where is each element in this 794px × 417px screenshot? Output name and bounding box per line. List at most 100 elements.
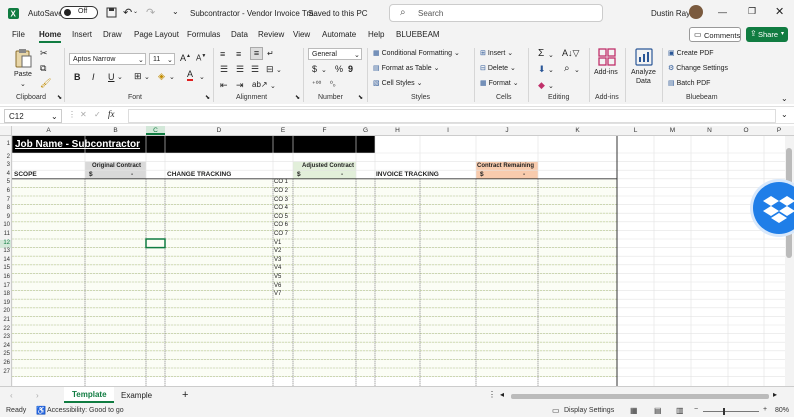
paste-icon[interactable] [14,48,32,70]
horizontal-scrollbar[interactable] [511,394,769,399]
row-header-11[interactable]: 11 [0,231,11,240]
column-header-n[interactable]: N [691,127,728,134]
row-header-10[interactable]: 10 [0,222,11,231]
column-header-k[interactable]: K [538,127,617,134]
row-header-19[interactable]: 19 [0,300,11,309]
tab-split-icon[interactable]: ⋮ [488,390,496,399]
autosum-icon[interactable]: Σ [538,48,544,59]
row-header-27[interactable]: 27 [0,369,11,378]
analyze-data-icon[interactable] [635,48,653,68]
page-break-view-icon[interactable]: ▥ [676,406,684,415]
decrease-decimal-icon[interactable]: ⁰₀ [330,80,336,88]
select-all-button[interactable] [0,126,12,136]
next-sheet-icon[interactable]: › [36,391,39,400]
collapse-ribbon-icon[interactable]: ⌄ [781,94,788,103]
row-header-4[interactable]: 4 [0,171,11,180]
wrap-text-icon[interactable]: ↵ [267,49,274,58]
font-color-dropdown-icon[interactable]: ⌄ [199,73,205,81]
row-header-23[interactable]: 23 [0,334,11,343]
currency-icon[interactable]: $ [312,64,317,74]
orientation-icon[interactable]: ab↗ [252,80,268,89]
scroll-right-icon[interactable]: ▸ [773,390,777,399]
row-header-25[interactable]: 25 [0,351,11,360]
row-header-18[interactable]: 18 [0,291,11,300]
fill-icon[interactable]: ⬇ [538,64,546,75]
format-painter-icon[interactable]: 🖌 [40,78,51,89]
search-box[interactable]: ⌕ Search [389,4,603,22]
percent-icon[interactable]: % [335,64,343,74]
align-middle-icon[interactable]: ≡ [236,49,241,59]
normal-view-icon[interactable]: ▦ [630,406,638,415]
row-header-17[interactable]: 17 [0,283,11,292]
tab-bluebeam[interactable]: BLUEBEAM [396,30,440,39]
row-header-16[interactable]: 16 [0,274,11,283]
row-header-26[interactable]: 26 [0,360,11,369]
column-header-l[interactable]: L [617,127,654,134]
alignment-launcher-icon[interactable]: ⬊ [295,94,300,101]
scroll-left-icon[interactable]: ◂ [500,390,504,399]
accessibility-icon[interactable]: ♿ [36,406,46,415]
sort-filter-icon[interactable]: A↓▽ [562,48,579,59]
delete-cells-button[interactable]: ⊟ Delete ⌄ [480,64,516,72]
increase-font-icon[interactable]: A▲ [180,53,191,63]
clipboard-launcher-icon[interactable]: ⬊ [57,94,62,101]
share-button[interactable]: ⇪ Share ▾ [746,27,788,42]
font-launcher-icon[interactable]: ⬊ [205,94,210,101]
borders-dropdown-icon[interactable]: ⌄ [144,73,150,81]
tab-automate[interactable]: Automate [322,30,356,39]
change-settings-button[interactable]: ⚙ Change Settings [668,64,728,72]
format-cells-button[interactable]: ▦ Format ⌄ [480,79,519,87]
analyze-label[interactable]: Analyze [631,69,656,76]
row-header-24[interactable]: 24 [0,343,11,352]
batch-pdf-button[interactable]: ▤ Batch PDF [668,79,710,87]
fill-color-icon[interactable]: ◈ [158,71,165,82]
minimize-icon[interactable]: — [718,7,727,17]
row-header-13[interactable]: 13 [0,248,11,257]
insert-cells-button[interactable]: ⊞ Insert ⌄ [480,49,513,57]
align-right-icon[interactable]: ☰ [251,64,259,75]
row-header-9[interactable]: 9 [0,214,11,223]
conditional-formatting-button[interactable]: ▦ Conditional Formatting ⌄ [373,49,460,57]
currency-dropdown-icon[interactable]: ⌄ [321,66,327,74]
borders-icon[interactable]: ⊞ [134,71,142,82]
function-icon[interactable]: fx [108,109,115,119]
tab-insert[interactable]: Insert [72,30,92,39]
row-header-12[interactable]: 12 [0,239,11,249]
analyze-data-label[interactable]: Data [636,78,651,85]
zoom-out-icon[interactable]: − [694,406,698,413]
align-top-icon[interactable]: ≡ [220,49,225,59]
tab-review[interactable]: Review [258,30,284,39]
clear-dropdown-icon[interactable]: ⌄ [548,82,554,90]
merge-center-icon[interactable]: ⊟ [266,64,274,75]
column-header-e[interactable]: E [273,127,293,134]
tab-home[interactable]: Home [39,30,62,43]
formula-input[interactable] [128,109,776,123]
column-header-o[interactable]: O [728,127,764,134]
row-header-8[interactable]: 8 [0,205,11,214]
column-header-f[interactable]: F [293,127,356,134]
underline-icon[interactable]: U [108,72,115,82]
restore-icon[interactable]: ❐ [748,6,756,17]
column-header-h[interactable]: H [375,127,420,134]
align-center-icon[interactable]: ☰ [236,64,244,75]
italic-icon[interactable]: I [92,72,95,82]
bold-icon[interactable]: B [74,72,81,82]
vertical-scrollbar[interactable] [785,136,794,386]
row-header-7[interactable]: 7 [0,197,11,206]
find-select-icon[interactable]: ⌕ [564,63,570,74]
font-color-icon[interactable]: A [187,70,194,81]
avatar[interactable] [689,5,703,19]
page-layout-view-icon[interactable]: ▤ [654,406,662,415]
column-header-j[interactable]: J [476,127,538,134]
row-header-21[interactable]: 21 [0,317,11,326]
save-status[interactable]: Saved to this PC [308,9,368,18]
column-header-b[interactable]: B [85,127,146,134]
increase-decimal-icon[interactable]: ⁺⁰⁰ [312,80,321,88]
column-header-d[interactable]: D [165,127,273,134]
font-name-dropdown[interactable]: Aptos Narrow ⌄ [69,53,146,65]
customize-toolbar-icon[interactable]: ⌄ [172,7,179,16]
more-icon[interactable]: ⋮ [68,110,76,119]
tab-page-layout[interactable]: Page Layout [134,30,179,39]
sheet-tab-example[interactable]: Example [121,391,152,400]
paste-dropdown-icon[interactable]: ⌄ [20,80,26,88]
